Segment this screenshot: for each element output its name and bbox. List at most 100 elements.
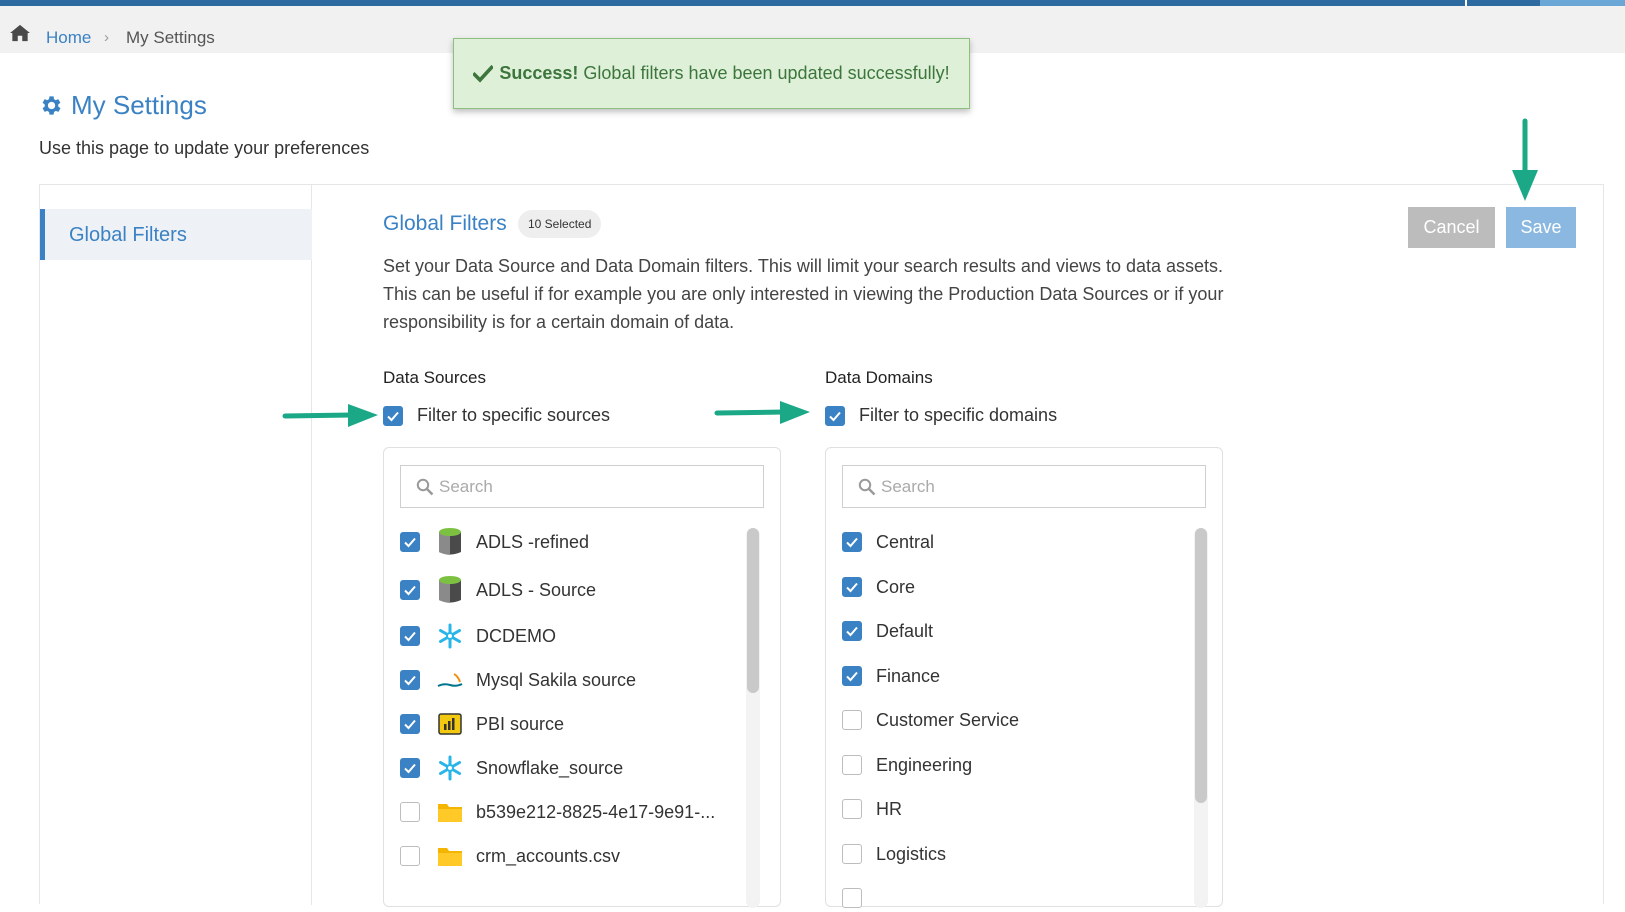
list-item-label: Logistics [876, 843, 947, 864]
sidebar-item-label: Global Filters [69, 224, 187, 246]
list-item-checkbox[interactable] [842, 888, 862, 908]
home-icon[interactable] [9, 24, 31, 42]
list-item[interactable]: b539e212-8825-4e17-9e91-... [400, 798, 715, 826]
data-sources-list: ADLS -refined ADLS - Source DCDEMO Mysql… [383, 447, 781, 908]
filter-sources-label: Filter to specific sources [417, 405, 611, 425]
checkmark-icon [473, 64, 494, 83]
list-item-checkbox[interactable] [842, 755, 862, 775]
list-item-checkbox[interactable] [400, 758, 420, 778]
list-item-label: crm_accounts.csv [476, 845, 621, 866]
annotation-arrow-icon [282, 404, 378, 427]
list-item[interactable]: Core [842, 573, 915, 601]
list-item-label: Default [876, 620, 934, 641]
check-icon [404, 631, 416, 642]
list-item-label: PBI source [476, 713, 565, 734]
list-item-checkbox[interactable] [400, 670, 420, 690]
list-item[interactable]: Engineering [842, 751, 972, 779]
powerbi-icon [436, 710, 464, 738]
list-item-label: Snowflake_source [476, 757, 624, 778]
data-sources-heading: Data Sources [383, 368, 486, 387]
selected-count-badge: 10 Selected [518, 210, 602, 238]
snowflake-icon [436, 622, 464, 650]
save-button[interactable]: Save [1506, 207, 1576, 248]
list-item-checkbox[interactable] [400, 532, 420, 552]
gear-icon [42, 96, 61, 115]
list-item[interactable]: HR [842, 795, 902, 823]
adls-storage-icon [436, 528, 464, 556]
check-icon [846, 582, 858, 593]
filter-domains-label: Filter to specific domains [859, 405, 1058, 425]
list-item-label: ADLS -refined [476, 531, 590, 552]
sidebar-item-global-filters[interactable]: Global Filters [40, 209, 312, 260]
check-icon [387, 411, 399, 421]
check-icon [846, 626, 858, 637]
list-item[interactable]: Mysql Sakila source [400, 666, 636, 694]
list-item[interactable]: ADLS -refined [400, 528, 589, 556]
page-subtitle: Use this page to update your preferences [39, 138, 370, 158]
sources-search-input[interactable] [437, 472, 757, 502]
list-item-label: ADLS - Source [476, 579, 597, 600]
snowflake-icon [436, 754, 464, 782]
list-item-checkbox[interactable] [400, 580, 420, 600]
list-item[interactable]: Central [842, 528, 934, 556]
list-item-checkbox[interactable] [842, 532, 862, 552]
list-item-checkbox[interactable] [842, 799, 862, 819]
list-item-checkbox[interactable] [400, 802, 420, 822]
list-item-checkbox[interactable] [842, 710, 862, 730]
settings-sidebar: Global Filters [40, 185, 312, 905]
list-item-partial[interactable] [842, 884, 862, 912]
list-item[interactable]: Snowflake_source [400, 754, 623, 782]
list-item-label: Engineering [876, 754, 973, 775]
check-icon [404, 537, 416, 548]
sources-scroll-thumb[interactable] [747, 528, 759, 693]
annotation-arrow-icon [1512, 118, 1538, 201]
list-item[interactable]: Customer Service [842, 706, 1019, 734]
data-domains-list: Central Core Default Finance Customer Se… [825, 447, 1223, 908]
section-title: Global Filters [383, 212, 507, 235]
check-icon [846, 671, 858, 682]
list-item[interactable]: Logistics [842, 840, 946, 868]
list-item[interactable]: Finance [842, 662, 940, 690]
check-icon [846, 537, 858, 548]
list-item-checkbox[interactable] [400, 714, 420, 734]
list-item[interactable]: crm_accounts.csv [400, 842, 620, 870]
mysql-icon [436, 666, 464, 694]
page-title-text: My Settings [71, 90, 207, 120]
list-item-checkbox[interactable] [842, 577, 862, 597]
filter-domains-row[interactable]: Filter to specific domains [825, 405, 1057, 426]
folder-icon [436, 842, 464, 870]
cancel-button[interactable]: Cancel [1408, 207, 1495, 248]
sources-search[interactable] [400, 465, 764, 508]
domains-search[interactable] [842, 465, 1206, 508]
breadcrumb-home-link[interactable]: Home [46, 28, 91, 48]
list-item-checkbox[interactable] [400, 626, 420, 646]
list-item[interactable]: DCDEMO [400, 622, 556, 650]
list-item-checkbox[interactable] [842, 621, 862, 641]
list-item-checkbox[interactable] [842, 844, 862, 864]
list-item-checkbox[interactable] [400, 846, 420, 866]
breadcrumb-current: My Settings [126, 28, 215, 47]
success-toast: Success! Global filters have been update… [453, 38, 970, 109]
list-item-label: Core [876, 576, 916, 597]
list-item-label: b539e212-8825-4e17-9e91-... [476, 801, 716, 822]
domains-scrollbar[interactable] [1194, 528, 1208, 908]
section-description: Set your Data Source and Data Domain fil… [383, 256, 1224, 332]
list-item-checkbox[interactable] [842, 666, 862, 686]
filter-sources-row[interactable]: Filter to specific sources [383, 405, 610, 426]
list-item-label: Mysql Sakila source [476, 669, 637, 690]
search-icon [416, 478, 434, 496]
data-domains-heading: Data Domains [825, 368, 933, 387]
list-item[interactable]: Default [842, 617, 933, 645]
list-item[interactable]: PBI source [400, 710, 564, 738]
toast-strong-text: Success! [499, 63, 579, 83]
domains-search-input[interactable] [879, 472, 1199, 502]
domains-scroll-thumb[interactable] [1195, 528, 1207, 803]
filter-domains-checkbox[interactable] [825, 405, 845, 426]
list-item-label: HR [876, 798, 902, 819]
list-item[interactable]: ADLS - Source [400, 576, 596, 604]
list-item-label: Finance [876, 665, 941, 686]
toast-message: Global filters have been updated success… [583, 63, 950, 83]
filter-sources-checkbox[interactable] [383, 405, 403, 426]
annotation-arrow-icon [714, 401, 810, 424]
sources-scrollbar[interactable] [746, 528, 760, 908]
